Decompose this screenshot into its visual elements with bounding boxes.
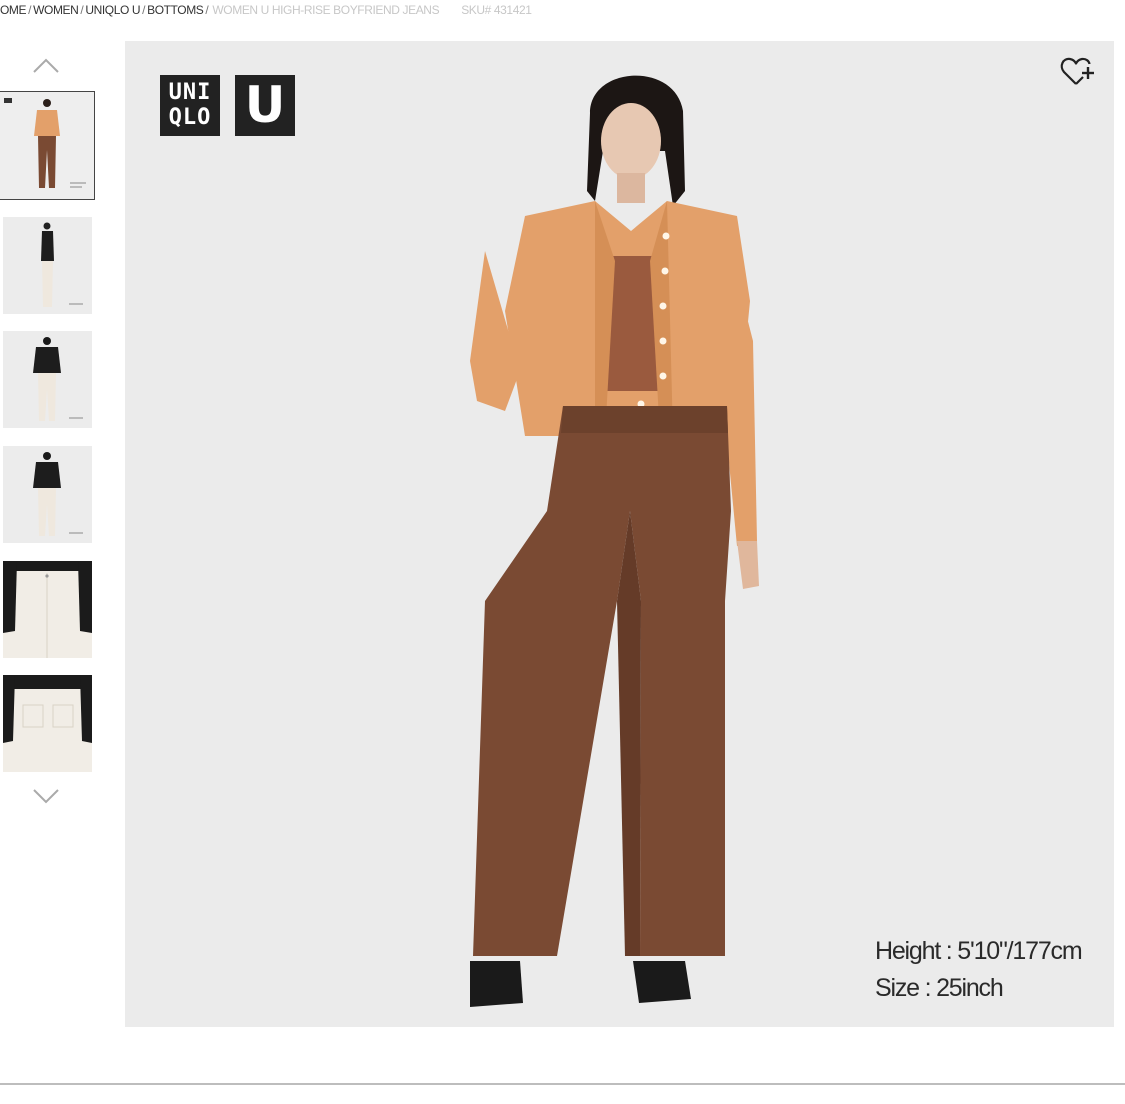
chevron-up-icon[interactable] [32, 52, 60, 80]
breadcrumb-separator: / [80, 3, 84, 17]
model-height-label: Height : 5'10"/177cm [875, 937, 1083, 965]
thumbnail[interactable] [3, 675, 92, 772]
model-photo [125, 41, 1114, 1027]
breadcrumb-separator: / [28, 3, 32, 17]
model-size-label: Size : 25inch [875, 974, 1004, 1002]
breadcrumb: OME / WOMEN / UNIQLO U / BOTTOMS / WOMEN U HIGH-… [0, 3, 532, 19]
breadcrumb-bottoms[interactable]: BOTTOMS [147, 3, 204, 17]
uniqlo-logo-line-1: UNI [168, 80, 212, 105]
thumbnail-gallery [0, 40, 100, 820]
sku-label: SKU# 431421 [461, 3, 532, 17]
breadcrumb-separator: / [205, 3, 209, 17]
thumbnail[interactable] [3, 446, 92, 543]
thumbnail[interactable] [3, 331, 92, 428]
heart-plus-icon[interactable] [1060, 55, 1096, 89]
breadcrumb-separator: / [142, 3, 146, 17]
breadcrumb-current: WOMEN U HIGH-RISE BOYFRIEND JEANS [212, 3, 440, 17]
uniqlo-u-logo: U [235, 75, 295, 136]
breadcrumb-women[interactable]: WOMEN [33, 3, 79, 17]
uniqlo-logo-line-2: QLO [168, 105, 212, 130]
thumbnail[interactable] [3, 561, 92, 658]
thumbnail-selected[interactable] [0, 91, 95, 200]
breadcrumb-uniqlo-u[interactable]: UNIQLO U [85, 3, 140, 17]
chevron-down-icon[interactable] [32, 782, 60, 810]
product-main-image[interactable]: UNI QLO U Height : 5'10"/177cm Size : 25… [125, 41, 1114, 1027]
uniqlo-logo: UNI QLO [160, 75, 220, 136]
thumbnail[interactable] [3, 217, 92, 314]
uniqlo-u-logo-text: U [244, 76, 286, 134]
breadcrumb-home[interactable]: OME [0, 3, 27, 17]
divider [0, 1083, 1125, 1085]
model-info: Height : 5'10"/177cm Size : 25inch [875, 933, 1083, 1007]
